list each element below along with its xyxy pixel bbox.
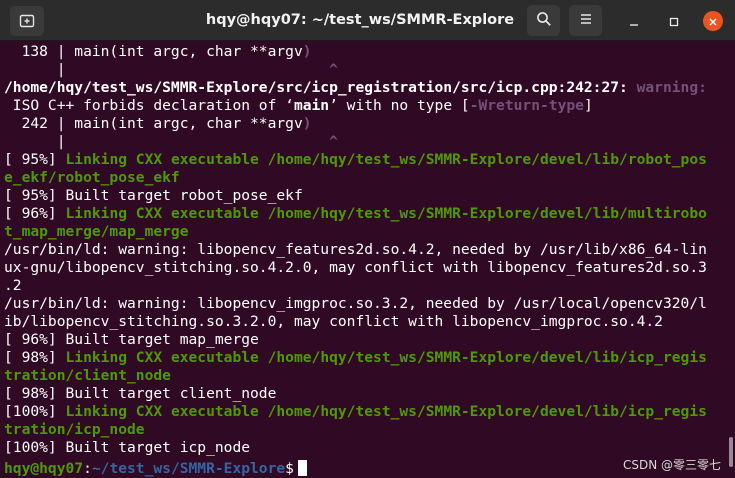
window-title: hqy@hqy07: ~/test_ws/SMMR-Explore — [205, 12, 515, 28]
close-icon — [708, 12, 718, 31]
terminal-text-segment: ’ with no type [ — [329, 97, 470, 114]
terminal-line: 242 | main(int argc, char **argv) — [4, 115, 312, 133]
prompt-symbol: $ — [285, 460, 294, 477]
terminal-text-segment: [ 96%] — [4, 205, 66, 222]
terminal-text-segment: [ 95%] Built target robot_pose_ekf — [4, 187, 303, 204]
terminal-text-segment: [100%] — [4, 403, 66, 420]
terminal-text-segment: main — [293, 97, 330, 114]
search-icon — [536, 11, 552, 31]
terminal-text-segment: 242 | main(int argc, char **argv — [4, 115, 303, 132]
terminal-text-segment: tration/icp_node — [4, 421, 145, 438]
terminal-line: [100%] Linking CXX executable /home/hqy/… — [4, 403, 707, 421]
terminal-text-segment: ] — [583, 97, 593, 114]
terminal-text-segment: t_map_merge/map_merge — [4, 223, 189, 240]
terminal-line: 138 | main(int argc, char **argv) — [4, 43, 312, 61]
terminal-line: e_ekf/robot_pose_ekf — [4, 169, 180, 187]
minimize-icon — [629, 12, 639, 31]
menu-button[interactable] — [569, 5, 602, 36]
terminal-text-segment: [ 98%] — [4, 349, 66, 366]
terminal-line: [ 96%] Built target map_merge — [4, 331, 259, 349]
terminal-text-segment: Linking CXX executable /home/hqy/test_ws… — [65, 205, 707, 222]
terminal-prompt-line[interactable]: hqy@hqy07:~/test_ws/SMMR-Explore$ — [4, 460, 307, 478]
terminal-text-segment: /usr/bin/ld: warning: libopencv_imgproc.… — [4, 295, 707, 312]
terminal-text-segment: [ 95%] — [4, 151, 66, 168]
terminal-text-segment: Linking CXX executable /home/hqy/test_ws… — [65, 349, 707, 366]
new-tab-button[interactable] — [10, 6, 44, 36]
maximize-icon — [669, 12, 679, 31]
prompt-user-host: hqy@hqy07 — [4, 460, 84, 477]
terminal-text-segment: [ 96%] Built target map_merge — [4, 331, 259, 348]
terminal-line: t_map_merge/map_merge — [4, 223, 189, 241]
terminal-text-segment: | — [4, 133, 330, 150]
terminal-text-segment: ) — [302, 43, 312, 60]
terminal-output[interactable]: 138 | main(int argc, char **argv) | ^/ho… — [0, 41, 735, 478]
prompt-separator: : — [83, 460, 92, 477]
terminal-text-segment: e_ekf/robot_pose_ekf — [4, 169, 180, 186]
terminal-line: [ 95%] Linking CXX executable /home/hqy/… — [4, 151, 707, 169]
terminal-line: tration/client_node — [4, 367, 171, 385]
terminal-text-segment: Linking CXX executable /home/hqy/test_ws… — [65, 403, 707, 420]
terminal-line: ux-gnu/libopencv_stitching.so.4.2.0, may… — [4, 259, 707, 277]
terminal-text-segment: ) — [302, 115, 312, 132]
terminal-line: [ 96%] Linking CXX executable /home/hqy/… — [4, 205, 707, 223]
terminal-line: .2 — [4, 277, 22, 295]
terminal-text-segment: 138 | main(int argc, char **argv — [4, 43, 303, 60]
terminal-text-segment: warning: — [636, 79, 707, 96]
terminal-text-segment: .2 — [4, 277, 22, 294]
terminal-line: ISO C++ forbids declaration of ‘main’ wi… — [4, 97, 593, 115]
search-button[interactable] — [527, 5, 560, 36]
terminal-text-segment: ^ — [329, 61, 338, 78]
terminal-text-segment: /home/hqy/test_ws/SMMR-Explore/src/icp_r… — [4, 79, 637, 96]
terminal-line: /usr/bin/ld: warning: libopencv_features… — [4, 241, 707, 259]
prompt-path: ~/test_ws/SMMR-Explore — [91, 460, 286, 477]
terminal-cursor — [297, 460, 307, 476]
terminal-text-segment: ux-gnu/libopencv_stitching.so.4.2.0, may… — [4, 259, 707, 276]
terminal-text-segment: ^ — [329, 133, 338, 150]
terminal-line: /usr/bin/ld: warning: libopencv_imgproc.… — [4, 295, 707, 313]
terminal-text-segment: ib/libopencv_stitching.so.3.2.0, may con… — [4, 313, 663, 330]
terminal-text-segment: Linking CXX executable /home/hqy/test_ws… — [65, 151, 707, 168]
terminal-line: tration/icp_node — [4, 421, 145, 439]
terminal-line: [ 98%] Linking CXX executable /home/hqy/… — [4, 349, 707, 367]
terminal-line: [100%] Built target icp_node — [4, 439, 250, 457]
terminal-text-segment: ISO C++ forbids declaration of ‘ — [4, 97, 294, 114]
new-tab-icon — [19, 13, 35, 29]
terminal-line: [ 95%] Built target robot_pose_ekf — [4, 187, 303, 205]
close-button[interactable] — [703, 11, 723, 31]
terminal-line: /home/hqy/test_ws/SMMR-Explore/src/icp_r… — [4, 79, 707, 97]
terminal-text-segment: | — [4, 61, 330, 78]
minimize-button[interactable] — [624, 11, 644, 31]
watermark-text: CSDN @零三零七 — [623, 458, 722, 472]
title-bar: hqy@hqy07: ~/test_ws/SMMR-Explore — [0, 0, 735, 41]
terminal-scrollbar[interactable] — [729, 437, 733, 467]
terminal-text-segment: /usr/bin/ld: warning: libopencv_features… — [4, 241, 707, 258]
terminal-text-segment: -Wreturn-type — [469, 97, 584, 114]
terminal-line: [ 98%] Built target client_node — [4, 385, 276, 403]
hamburger-menu-icon — [579, 11, 593, 30]
maximize-button[interactable] — [664, 11, 684, 31]
terminal-text-segment: tration/client_node — [4, 367, 171, 384]
terminal-text-segment: [ 98%] Built target client_node — [4, 385, 277, 402]
terminal-line: | ^ — [4, 61, 338, 79]
terminal-line: | ^ — [4, 133, 338, 151]
terminal-line: ib/libopencv_stitching.so.3.2.0, may con… — [4, 313, 663, 331]
terminal-text-segment: [100%] Built target icp_node — [4, 439, 251, 456]
